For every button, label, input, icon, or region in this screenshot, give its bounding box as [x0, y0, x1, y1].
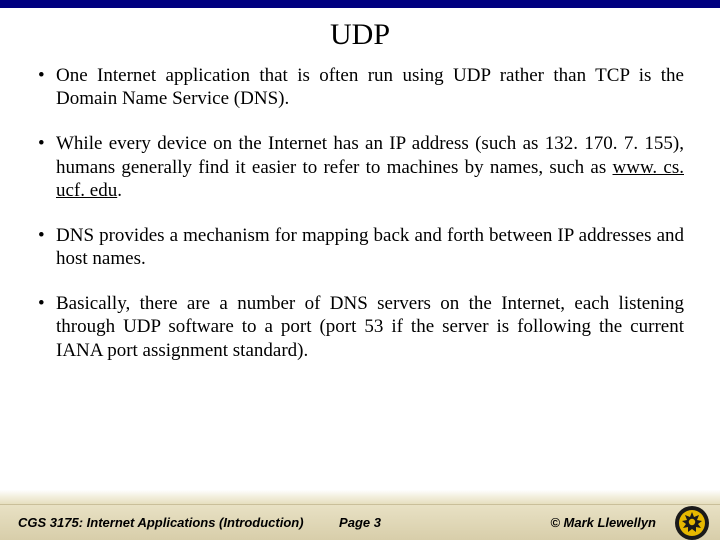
ucf-logo-icon	[674, 505, 710, 541]
footer-gradient	[0, 490, 720, 504]
bullet-marker: •	[36, 224, 56, 270]
bullet-marker: •	[36, 292, 56, 362]
text-segment: While every device on the Internet has a…	[56, 133, 684, 177]
footer-copyright: © Mark Llewellyn	[550, 515, 656, 530]
bullet-item: • DNS provides a mechanism for mapping b…	[36, 224, 684, 270]
slide-content: • One Internet application that is often…	[0, 64, 720, 362]
bullet-text: DNS provides a mechanism for mapping bac…	[56, 224, 684, 270]
bullet-text: While every device on the Internet has a…	[56, 132, 684, 202]
top-accent-bar	[0, 0, 720, 8]
footer-course-title: CGS 3175: Internet Applications (Introdu…	[18, 515, 358, 530]
bullet-text: Basically, there are a number of DNS ser…	[56, 292, 684, 362]
bullet-marker: •	[36, 132, 56, 202]
text-segment: .	[117, 180, 122, 201]
bullet-item: • One Internet application that is often…	[36, 64, 684, 110]
footer-page-number: Page 3	[339, 515, 381, 530]
bullet-text: One Internet application that is often r…	[56, 64, 684, 110]
slide-title: UDP	[0, 8, 720, 64]
slide-footer: CGS 3175: Internet Applications (Introdu…	[0, 490, 720, 540]
footer-bar: CGS 3175: Internet Applications (Introdu…	[0, 504, 720, 540]
bullet-marker: •	[36, 64, 56, 110]
bullet-item: • Basically, there are a number of DNS s…	[36, 292, 684, 362]
bullet-item: • While every device on the Internet has…	[36, 132, 684, 202]
